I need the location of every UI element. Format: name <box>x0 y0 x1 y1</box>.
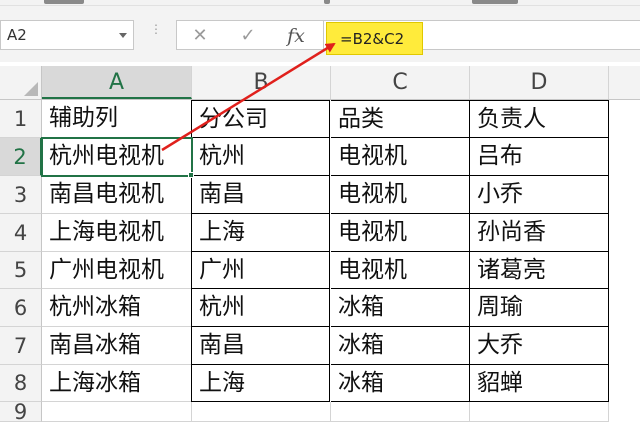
column-header-a[interactable]: A <box>42 66 192 99</box>
row-header-8[interactable]: 8 <box>0 365 42 402</box>
cell-a2[interactable]: 杭州电视机 <box>42 138 192 176</box>
formula-text: =B2&C2 <box>340 30 405 48</box>
cell-d2[interactable]: 吕布 <box>470 138 609 176</box>
cell-c4[interactable]: 电视机 <box>331 214 470 252</box>
cell-a4[interactable]: 上海电视机 <box>42 214 192 252</box>
cell-d7[interactable]: 大乔 <box>470 327 609 365</box>
column-header-b[interactable]: B <box>192 66 331 99</box>
cell-d3[interactable]: 小乔 <box>470 176 609 214</box>
row-header-5[interactable]: 5 <box>0 252 42 289</box>
formula-highlight: =B2&C2 <box>326 22 423 55</box>
chevron-down-icon[interactable] <box>119 33 127 38</box>
cell-d9[interactable] <box>470 402 609 422</box>
cell-b7[interactable]: 南昌 <box>191 327 330 365</box>
cancel-icon[interactable]: ✕ <box>185 24 215 48</box>
cell-c5[interactable]: 电视机 <box>331 252 470 289</box>
cell-b4[interactable]: 上海 <box>191 214 330 252</box>
cell-d6[interactable]: 周瑜 <box>470 289 609 327</box>
row-header-6[interactable]: 6 <box>0 289 42 327</box>
row-header-9[interactable]: 9 <box>0 402 42 422</box>
fill-handle[interactable] <box>188 172 194 178</box>
formula-buttons: ✕ ✓ fx <box>176 20 324 50</box>
cell-b3[interactable]: 南昌 <box>191 176 330 214</box>
ribbon-fragment <box>472 0 518 4</box>
cell-b6[interactable]: 杭州 <box>191 289 330 327</box>
drag-handle-icon[interactable]: ⋮ <box>150 23 162 44</box>
insert-function-icon[interactable]: fx <box>281 24 311 48</box>
row-header-1[interactable]: 1 <box>0 100 42 138</box>
ribbon-fragment <box>44 0 84 4</box>
cell-a6[interactable]: 杭州冰箱 <box>42 289 192 327</box>
cell-c3[interactable]: 电视机 <box>331 176 470 214</box>
cell-b8[interactable]: 上海 <box>191 365 330 402</box>
cell-c9[interactable] <box>331 402 470 422</box>
cell-b2[interactable]: 杭州 <box>191 138 330 176</box>
cell-c7[interactable]: 冰箱 <box>331 327 470 365</box>
cell-b9[interactable] <box>192 402 331 422</box>
cell-c8[interactable]: 冰箱 <box>331 365 470 402</box>
cell-c6[interactable]: 冰箱 <box>331 289 470 327</box>
enter-check-icon[interactable]: ✓ <box>233 24 263 48</box>
cell-a9[interactable] <box>42 402 192 422</box>
select-all-icon <box>24 82 38 96</box>
cell-b1[interactable]: 分公司 <box>191 100 330 138</box>
column-header-d[interactable]: D <box>470 66 609 99</box>
cell-d4[interactable]: 孙尚香 <box>470 214 609 252</box>
cell-a7[interactable]: 南昌冰箱 <box>42 327 192 365</box>
column-header-row: A B C D <box>0 66 640 100</box>
column-header-e[interactable] <box>609 66 640 99</box>
cell-a5[interactable]: 广州电视机 <box>42 252 192 289</box>
cell-d5[interactable]: 诸葛亮 <box>470 252 609 289</box>
column-header-c[interactable]: C <box>331 66 470 99</box>
name-box[interactable]: A2 <box>0 20 134 50</box>
cell-b5[interactable]: 广州 <box>191 252 330 289</box>
row-header-7[interactable]: 7 <box>0 327 42 365</box>
cell-a1[interactable]: 辅助列 <box>42 100 192 138</box>
row-header-4[interactable]: 4 <box>0 214 42 252</box>
cell-a3[interactable]: 南昌电视机 <box>42 176 192 214</box>
cell-d1[interactable]: 负责人 <box>470 100 609 138</box>
select-all-corner[interactable] <box>0 66 42 99</box>
cell-c2[interactable]: 电视机 <box>331 138 470 176</box>
formula-bar-row: A2 ⋮ ✕ ✓ fx <box>0 6 640 62</box>
cell-a8[interactable]: 上海冰箱 <box>42 365 192 402</box>
cell-d8[interactable]: 貂蝉 <box>470 365 609 402</box>
ribbon-fragment <box>324 0 330 4</box>
name-box-value: A2 <box>7 26 27 44</box>
row-header-2[interactable]: 2 <box>0 138 42 176</box>
cell-c1[interactable]: 品类 <box>331 100 470 138</box>
row-header-3[interactable]: 3 <box>0 176 42 214</box>
